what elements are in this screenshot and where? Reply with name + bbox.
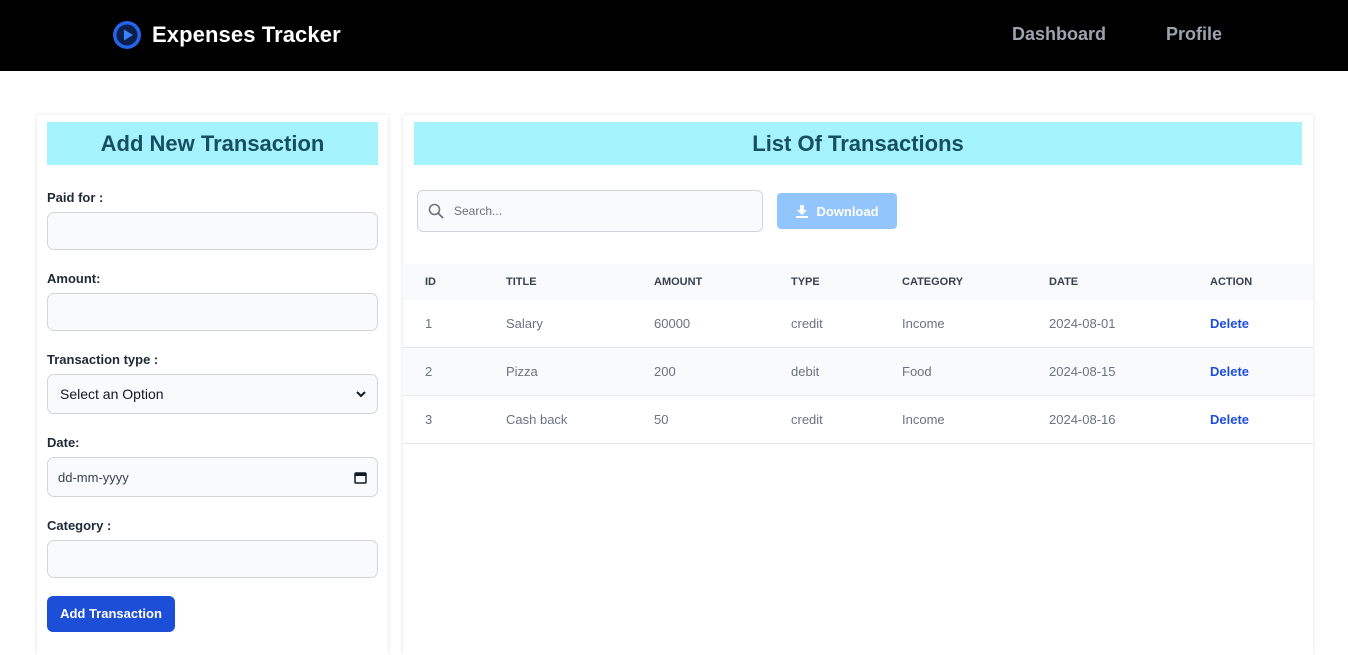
nav-link-profile[interactable]: Profile [1166,24,1222,45]
add-transaction-card: Add New Transaction Paid for : Amount: T… [37,115,388,655]
cell-category: Income [902,316,945,331]
amount-input[interactable] [47,293,378,331]
cell-id: 3 [425,412,433,427]
date-placeholder: dd-mm-yyyy [58,469,129,485]
add-transaction-button[interactable]: Add Transaction [47,596,175,632]
cell-category: Income [902,412,945,427]
chevron-down-icon [356,391,366,398]
table-header: ID TITLE AMOUNT TYPE CATEGORY DATE ACTIO… [403,264,1313,300]
download-icon [796,205,809,218]
brand[interactable]: Expenses Tracker [112,20,341,50]
column-header-id: ID [425,276,436,288]
cell-title: Pizza [506,364,538,379]
cell-amount: 60000 [654,316,691,331]
play-circle-logo-icon [113,21,141,49]
amount-label: Amount: [47,271,101,286]
category-input[interactable] [47,540,378,578]
table-row: 1 Salary 60000 credit Income 2024-08-01 … [403,300,1313,348]
column-header-date: DATE [1049,276,1079,288]
column-header-title: TITLE [506,276,537,288]
app-title: Expenses Tracker [152,22,341,47]
transaction-type-label: Transaction type : [47,352,159,367]
date-input[interactable]: dd-mm-yyyy [47,457,378,497]
cell-id: 2 [425,364,433,379]
search-icon [428,203,444,219]
cell-type: credit [791,316,823,331]
category-label: Category : [47,518,112,533]
cell-amount: 50 [654,412,669,427]
transactions-card: List Of Transactions Search... Download … [403,115,1313,655]
search-input[interactable]: Search... [417,190,763,232]
cell-type: debit [791,364,820,379]
cell-category: Food [902,364,932,379]
cell-title: Cash back [506,412,568,427]
transactions-heading: List Of Transactions [414,122,1302,165]
transaction-type-selected: Select an Option [60,386,164,402]
cell-type: credit [791,412,823,427]
cell-date: 2024-08-15 [1049,364,1116,379]
date-label: Date: [47,435,80,450]
cell-date: 2024-08-16 [1049,412,1116,427]
download-button[interactable]: Download [777,193,897,229]
search-placeholder: Search... [454,204,503,218]
column-header-amount: AMOUNT [654,276,703,288]
delete-link[interactable]: Delete [1210,300,1249,347]
table-row: 2 Pizza 200 debit Food 2024-08-15 Delete [403,348,1313,396]
transactions-table: ID TITLE AMOUNT TYPE CATEGORY DATE ACTIO… [403,264,1313,444]
paid-for-input[interactable] [47,212,378,250]
cell-date: 2024-08-01 [1049,316,1116,331]
navbar: Expenses Tracker Dashboard Profile [0,0,1348,71]
add-transaction-heading: Add New Transaction [47,122,378,165]
calendar-icon[interactable] [354,471,367,484]
column-header-category: CATEGORY [902,276,964,288]
paid-for-label: Paid for : [47,190,104,205]
download-label: Download [816,203,879,219]
column-header-type: TYPE [791,276,820,288]
delete-link[interactable]: Delete [1210,396,1249,443]
column-header-action: ACTION [1210,276,1253,288]
cell-id: 1 [425,316,433,331]
delete-link[interactable]: Delete [1210,348,1249,395]
transaction-type-select[interactable]: Select an Option [47,374,378,414]
cell-amount: 200 [654,364,676,379]
nav-link-dashboard[interactable]: Dashboard [1012,24,1106,45]
cell-title: Salary [506,316,543,331]
table-row: 3 Cash back 50 credit Income 2024-08-16 … [403,396,1313,444]
